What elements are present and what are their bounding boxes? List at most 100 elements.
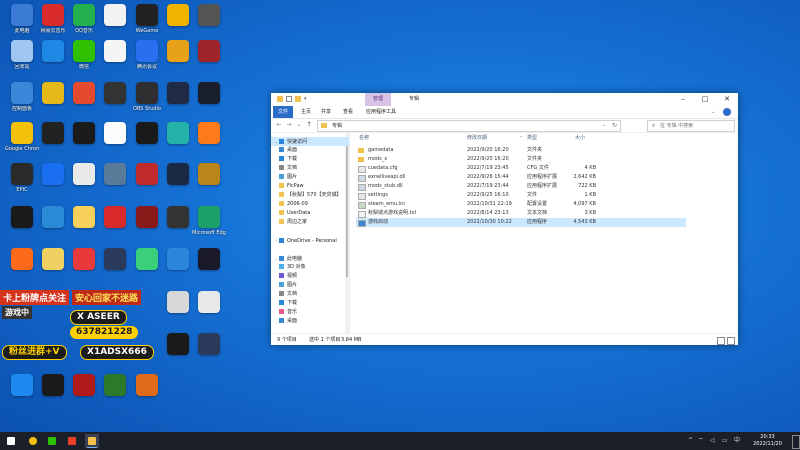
desktop-icon[interactable]: OBS Studio <box>130 82 164 112</box>
desktop-icon[interactable] <box>36 374 70 398</box>
desktop-icon[interactable] <box>192 333 226 357</box>
desktop-icon[interactable]: 微信 <box>67 40 101 70</box>
desktop-icon[interactable] <box>192 40 226 64</box>
nav-item[interactable]: 周边之家✦ <box>271 218 349 227</box>
file-row[interactable]: settings 2022/9/25 16:10 文件 1 KB <box>356 191 686 200</box>
desktop-icon[interactable] <box>98 248 132 272</box>
desktop-icon[interactable] <box>192 82 226 106</box>
volume-icon[interactable]: ◁ <box>710 432 715 450</box>
desktop-icon[interactable] <box>98 82 132 106</box>
desktop-icon[interactable] <box>161 206 195 230</box>
desktop-icon[interactable]: WeGame <box>130 4 164 34</box>
desktop-icon[interactable] <box>130 248 164 272</box>
desktop-icon[interactable]: Google Chrome <box>5 122 39 152</box>
nav-item[interactable]: 视频 <box>271 272 349 281</box>
nav-item[interactable]: 图片 <box>271 281 349 290</box>
desktop-icon[interactable] <box>130 122 164 146</box>
up-arrow-icon[interactable]: ↑ <box>305 121 313 129</box>
desktop-icon[interactable] <box>67 248 101 272</box>
new-folder-icon[interactable] <box>295 96 301 102</box>
desktop-icon[interactable] <box>67 122 101 146</box>
battery-icon[interactable]: ▭ <box>722 432 728 450</box>
nav-item[interactable]: ⌄ 此电脑 <box>271 254 349 263</box>
desktop-icon[interactable] <box>36 206 70 230</box>
forward-arrow-icon[interactable]: → <box>285 121 293 129</box>
nav-item[interactable]: › OneDrive - Personal <box>271 236 349 245</box>
desktop-icon[interactable] <box>36 122 70 146</box>
desktop-icon[interactable] <box>67 374 101 398</box>
desktop-icon[interactable] <box>192 248 226 272</box>
nav-item[interactable]: 音乐 <box>271 308 349 317</box>
desktop-icon[interactable] <box>98 122 132 146</box>
desktop-icon[interactable] <box>98 374 132 398</box>
file-row[interactable]: steam_emu.ini 2022/10/31 22:19 配置设置 4,097 K… <box>356 200 686 209</box>
desktop-icon[interactable] <box>130 374 164 398</box>
desktop-icon[interactable] <box>67 206 101 230</box>
desktop-icon[interactable] <box>161 82 195 106</box>
file-row[interactable]: mods_x 2022/9/20 16:20 文件夹 <box>356 155 686 164</box>
nav-item[interactable]: 文档✦ <box>271 164 349 173</box>
search-input[interactable] <box>660 121 730 131</box>
desktop-icon[interactable] <box>36 163 70 187</box>
app-taskbar-icon[interactable] <box>65 434 79 448</box>
desktop-icon[interactable] <box>98 206 132 230</box>
desktop-icon[interactable]: 回收站 <box>5 40 39 70</box>
desktop-icon[interactable] <box>192 122 226 146</box>
desktop-icon[interactable] <box>5 374 39 398</box>
desktop-icon[interactable] <box>161 291 195 315</box>
desktop-icon[interactable] <box>36 82 70 106</box>
nav-item[interactable]: 【秋梨】570【天灾城】✦ <box>271 191 349 200</box>
tray-overflow-icon[interactable]: ^ <box>688 432 693 450</box>
nav-item[interactable]: 图片✦ <box>271 173 349 182</box>
desktop-icon[interactable] <box>5 248 39 272</box>
desktop-icon[interactable]: 此电脑 <box>5 4 39 34</box>
desktop-icon[interactable]: 网易云音乐 <box>36 4 70 34</box>
desktop-icon[interactable] <box>36 248 70 272</box>
file-row[interactable]: 秋梨城点游戏说明.txt 2022/8/14 23:13 文本文档 3 KB <box>356 209 686 218</box>
desktop-icon[interactable]: 控制面板 <box>5 82 39 112</box>
nav-item[interactable]: FicPaw✦ <box>271 182 349 191</box>
expand-ribbon-icon[interactable]: ⌄ <box>711 106 715 118</box>
column-date[interactable]: 修改日期 <box>467 133 487 143</box>
nav-item[interactable]: 3D 对象 <box>271 263 349 272</box>
start-icon[interactable] <box>4 434 18 448</box>
file-row[interactable]: gamedata 2022/9/20 16:20 文件夹 <box>356 146 686 155</box>
column-size[interactable]: 大小 <box>575 133 585 143</box>
close-button[interactable]: ✕ <box>716 93 738 106</box>
nav-item[interactable]: 下载 <box>271 299 349 308</box>
nav-item[interactable]: 2006-09✦ <box>271 200 349 209</box>
file-row[interactable]: 游戏启动 2022/10/30 10:22 应用程序 4,543 KB <box>356 218 686 227</box>
desktop-icon[interactable] <box>5 206 39 230</box>
desktop-icon[interactable] <box>192 291 226 315</box>
network-icon[interactable]: ⌔ <box>698 432 704 450</box>
search-box[interactable]: ⌕ <box>647 120 735 132</box>
file-row[interactable]: mods_stub.dll 2022/7/19 23:44 应用程序扩展 722 KB <box>356 182 686 191</box>
chrome-taskbar-icon[interactable] <box>26 434 40 448</box>
column-type[interactable]: 类型 <box>527 133 537 143</box>
minimize-button[interactable]: – <box>672 93 694 106</box>
help-icon[interactable] <box>723 108 731 116</box>
file-row[interactable]: cuedata.cfg 2022/7/19 23:45 CFG 文件 4 KB <box>356 164 686 173</box>
desktop-icon[interactable] <box>130 163 164 187</box>
tab-file[interactable]: 文件 <box>273 106 294 118</box>
desktop-icon[interactable] <box>161 40 195 64</box>
address-bar[interactable]: 专辑 ⌄ ↻ <box>317 120 621 132</box>
notification-center-icon[interactable] <box>792 435 800 449</box>
nav-item[interactable]: 桌面 <box>271 317 349 326</box>
desktop-icon[interactable] <box>130 206 164 230</box>
tab-app-tools[interactable]: 应用程序工具 <box>366 106 396 118</box>
desktop-icon[interactable] <box>67 163 101 187</box>
tab-manage[interactable]: 管理 <box>365 93 392 106</box>
nav-item[interactable]: UserData✦ <box>271 209 349 218</box>
desktop-icon[interactable] <box>161 122 195 146</box>
maximize-button[interactable]: □ <box>694 93 716 106</box>
desktop-icon[interactable] <box>161 4 195 28</box>
tab-share[interactable]: 共享 <box>321 106 331 118</box>
window-titlebar[interactable]: ▾ 管理 专辑 – □ ✕ <box>271 93 738 107</box>
chevron-down-icon[interactable]: ▾ <box>304 96 310 102</box>
properties-icon[interactable] <box>286 96 292 102</box>
desktop-icon[interactable] <box>161 163 195 187</box>
file-row[interactable]: exrwlliveapi.dll 2022/9/26 15:44 应用程序扩展 2,6… <box>356 173 686 182</box>
desktop-icon[interactable]: Microsoft Edge <box>192 206 226 236</box>
desktop-icon[interactable] <box>161 333 195 357</box>
